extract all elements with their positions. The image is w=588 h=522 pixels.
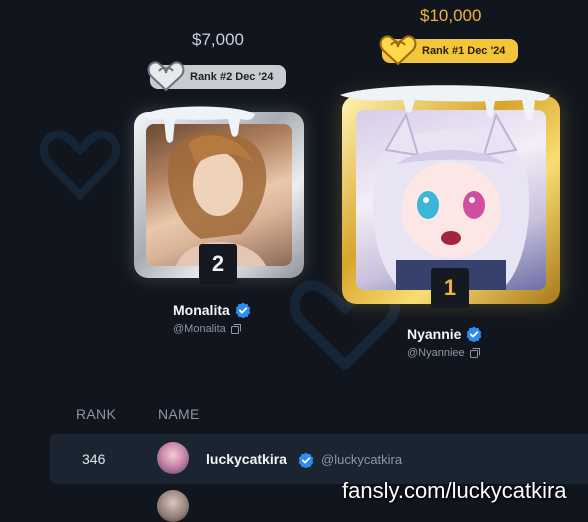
creator-name-rank-2[interactable]: Monalita <box>173 302 251 318</box>
watermark-text: fansly.com/luckycatkira <box>342 478 567 503</box>
snow-topper-rank-1 <box>340 85 550 121</box>
avatar[interactable] <box>157 442 189 474</box>
column-header-name: NAME <box>158 406 200 422</box>
creator-name-rank-1[interactable]: Nyannie <box>407 326 482 342</box>
rank-badge-rank-1: Rank #1 Dec '24 <box>379 35 518 66</box>
prize-amount-rank-2: $7,000 <box>192 30 244 49</box>
verified-check-icon <box>298 452 314 468</box>
creator-name-text-rank-2: Monalita <box>173 302 230 318</box>
verified-check-icon <box>235 302 251 318</box>
table-row-highlighted[interactable] <box>50 434 588 484</box>
column-header-rank: RANK <box>76 406 117 422</box>
rank-number-2: 2 <box>199 244 237 284</box>
snow-topper-rank-2 <box>145 106 255 143</box>
row-creator-name[interactable]: luckycatkira <box>206 451 287 467</box>
creator-handle-text-rank-1: @Nyanniee <box>407 347 465 359</box>
creator-handle-rank-2[interactable]: @Monalita <box>173 323 241 335</box>
rank-badge-label-rank-2: Rank #2 Dec '24 <box>190 71 274 83</box>
heart-chain-icon <box>147 61 185 92</box>
creator-handle-rank-1[interactable]: @Nyanniee <box>407 347 480 359</box>
creator-handle-text-rank-2: @Monalita <box>173 323 226 335</box>
background-heart-decoration-left <box>40 130 120 200</box>
verified-check-icon <box>467 326 482 342</box>
rank-number-1: 1 <box>431 268 469 308</box>
prize-amount-rank-1: $10,000 <box>420 6 482 25</box>
copy-icon[interactable] <box>469 348 480 358</box>
profile-photo-rank-1 <box>356 110 546 290</box>
row-creator-name-text: luckycatkira <box>206 451 287 467</box>
avatar-next-row[interactable] <box>157 490 189 522</box>
anime-avatar-illustration-rank-1 <box>372 112 530 290</box>
heart-chain-icon <box>379 35 417 66</box>
creator-name-text-rank-1: Nyannie <box>407 326 462 342</box>
row-rank-value: 346 <box>82 451 106 467</box>
rank-badge-label-rank-1: Rank #1 Dec '24 <box>422 45 506 57</box>
rank-badge-rank-2: Rank #2 Dec '24 <box>147 61 286 92</box>
row-creator-handle[interactable]: @luckycatkira <box>321 452 402 467</box>
copy-icon[interactable] <box>230 324 241 334</box>
